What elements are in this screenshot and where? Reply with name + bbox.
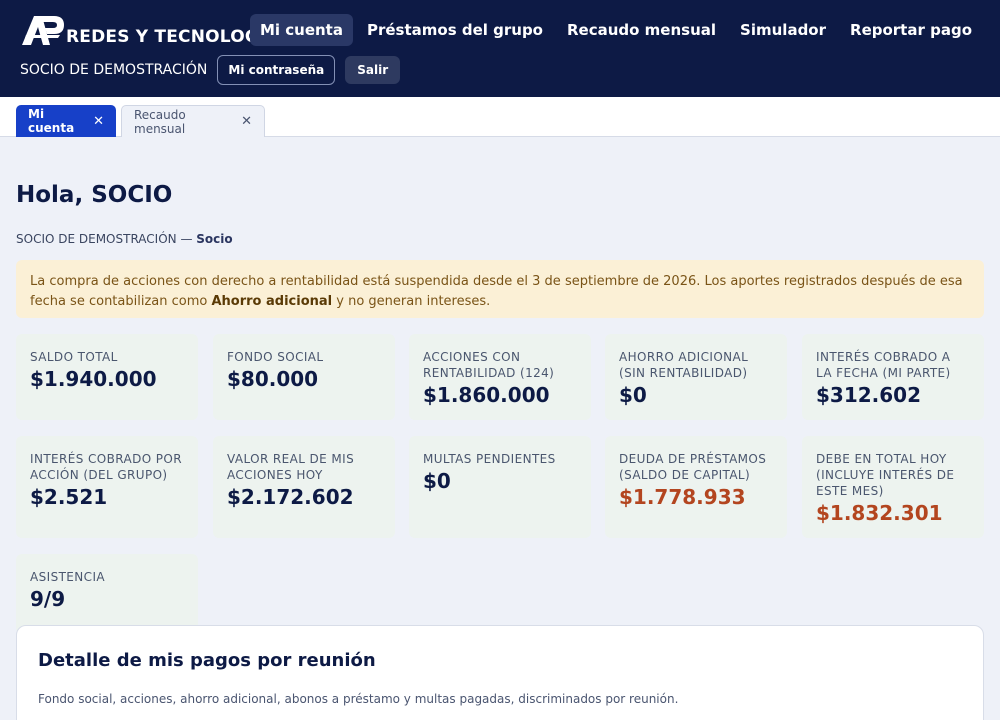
payments-detail-panel: Detalle de mis pagos por reunión Fondo s…: [16, 625, 984, 720]
card-label: SALDO TOTAL: [30, 350, 118, 364]
card-label: ASISTENCIA: [30, 570, 105, 584]
change-password-button[interactable]: Mi contraseña: [217, 55, 336, 85]
card-label: ACCIONES CON RENTABILIDAD (124): [423, 350, 555, 380]
card-fondo-social: FONDO SOCIAL $80.000: [213, 334, 395, 420]
page-title: Hola, SOCIO: [16, 182, 173, 208]
close-icon[interactable]: ✕: [241, 114, 252, 129]
card-interes-por-accion: INTERÉS COBRADO POR ACCIÓN (DEL GRUPO) $…: [16, 436, 198, 538]
subtitle-name: SOCIO DE DEMOSTRACIÓN —: [16, 232, 193, 246]
card-label: DEBE EN TOTAL HOY (INCLUYE INTERÉS DE ES…: [816, 452, 955, 498]
card-value: $80.000: [227, 367, 319, 391]
card-label: AHORRO ADICIONAL (SIN RENTABILIDAD): [619, 350, 749, 380]
card-ahorro-adicional: AHORRO ADICIONAL (SIN RENTABILIDAD) $0: [605, 334, 787, 420]
tab-bar: Mi cuenta ✕ Recaudo mensual ✕: [0, 97, 1000, 137]
card-value: $1.860.000: [423, 383, 550, 407]
nav-simulador[interactable]: Simulador: [730, 14, 836, 46]
card-multas-pendientes: MULTAS PENDIENTES $0: [409, 436, 591, 538]
tab-mi-cuenta[interactable]: Mi cuenta ✕: [16, 105, 116, 137]
brand-logo-icon: [22, 16, 64, 45]
suspension-notice: La compra de acciones con derecho a rent…: [16, 260, 984, 318]
card-acciones-rentabilidad: ACCIONES CON RENTABILIDAD (124) $1.860.0…: [409, 334, 591, 420]
tab-recaudo-mensual[interactable]: Recaudo mensual ✕: [121, 105, 265, 137]
panel-title: Detalle de mis pagos por reunión: [38, 650, 376, 671]
notice-bold: Ahorro adicional: [211, 294, 333, 309]
card-asistencia: ASISTENCIA 9/9: [16, 554, 198, 634]
card-label: MULTAS PENDIENTES: [423, 452, 556, 466]
card-saldo-total: SALDO TOTAL $1.940.000: [16, 334, 198, 420]
brand[interactable]: REDES Y TECNOLOGÍA: [20, 13, 279, 47]
nav-prestamos-grupo[interactable]: Préstamos del grupo: [357, 14, 553, 46]
card-value: $2.172.602: [227, 485, 354, 509]
nav-mi-cuenta[interactable]: Mi cuenta: [249, 14, 353, 46]
card-value: $1.940.000: [30, 367, 157, 391]
card-value: $1.778.933: [619, 485, 746, 509]
top-header: REDES Y TECNOLOGÍA Mi cuenta Préstamos d…: [0, 0, 1000, 97]
user-name: SOCIO DE DEMOSTRACIÓN: [20, 62, 208, 78]
card-value: 9/9: [30, 587, 66, 611]
tab-label: Recaudo mensual: [134, 107, 186, 136]
card-interes-cobrado: INTERÉS COBRADO A LA FECHA (MI PARTE) $3…: [802, 334, 984, 420]
logout-button[interactable]: Salir: [345, 56, 401, 84]
card-debe-total: DEBE EN TOTAL HOY (INCLUYE INTERÉS DE ES…: [802, 436, 984, 538]
user-row: SOCIO DE DEMOSTRACIÓN Mi contraseña Sali…: [20, 55, 401, 85]
card-label: DEUDA DE PRÉSTAMOS (SALDO DE CAPITAL): [619, 452, 767, 482]
subtitle-role: Socio: [196, 232, 233, 246]
card-value: $0: [423, 469, 451, 493]
tab-label: Mi cuenta: [28, 107, 75, 135]
nav-reportar-pago[interactable]: Reportar pago: [840, 14, 982, 46]
panel-description: Fondo social, acciones, ahorro adicional…: [38, 692, 679, 706]
card-value: $2.521: [30, 485, 108, 509]
card-label: FONDO SOCIAL: [227, 350, 324, 364]
card-label: VALOR REAL DE MIS ACCIONES HOY: [227, 452, 355, 482]
main-nav: Mi cuenta Préstamos del grupo Recaudo me…: [249, 14, 982, 46]
nav-recaudo-mensual[interactable]: Recaudo mensual: [557, 14, 726, 46]
card-label: INTERÉS COBRADO A LA FECHA (MI PARTE): [816, 350, 951, 380]
card-deuda-prestamos: DEUDA DE PRÉSTAMOS (SALDO DE CAPITAL) $1…: [605, 436, 787, 538]
notice-tail: y no generan intereses.: [336, 294, 491, 309]
close-icon[interactable]: ✕: [93, 114, 104, 129]
card-value: $1.832.301: [816, 501, 943, 525]
notice-text: La compra de acciones con derecho a rent…: [30, 274, 963, 309]
card-valor-real-acciones: VALOR REAL DE MIS ACCIONES HOY $2.172.60…: [213, 436, 395, 538]
user-subtitle: SOCIO DE DEMOSTRACIÓN — Socio: [16, 232, 233, 246]
brand-name: REDES Y TECNOLOGÍA: [66, 27, 279, 47]
card-value: $0: [619, 383, 647, 407]
card-value: $312.602: [816, 383, 922, 407]
card-label: INTERÉS COBRADO POR ACCIÓN (DEL GRUPO): [30, 452, 183, 482]
